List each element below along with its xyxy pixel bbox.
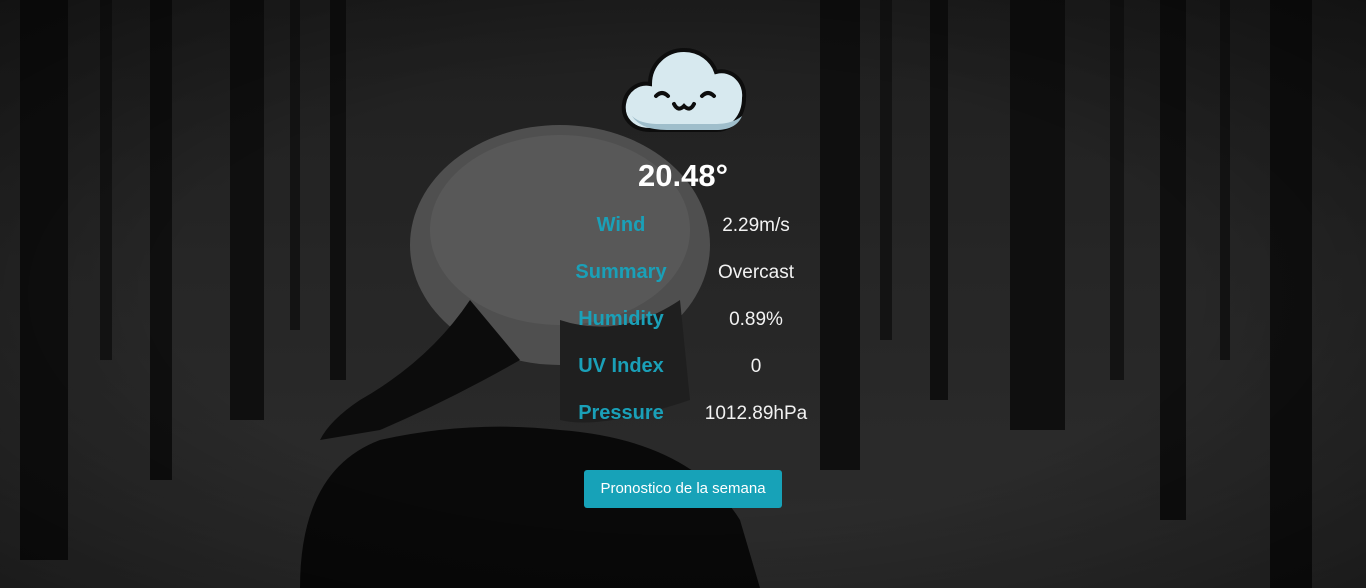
uv-index-row: UV Index 0 [553, 343, 823, 390]
temperature-value: 20.48° [638, 158, 728, 193]
humidity-row: Humidity 0.89% [553, 296, 823, 343]
weather-card: 20.48° Wind 2.29m/s Summary Overcast Hum… [0, 0, 1366, 588]
summary-label: Summary [575, 261, 667, 283]
summary-value: Overcast [717, 261, 795, 283]
weekly-forecast-button[interactable]: Pronostico de la semana [584, 470, 782, 508]
uv-index-value: 0 [750, 355, 762, 377]
humidity-label: Humidity [578, 308, 664, 330]
pressure-label: Pressure [578, 402, 664, 424]
weather-details: Wind 2.29m/s Summary Overcast Humidity 0… [553, 202, 823, 437]
wind-row: Wind 2.29m/s [553, 202, 823, 249]
summary-row: Summary Overcast [553, 249, 823, 296]
uv-index-label: UV Index [578, 355, 664, 377]
humidity-value: 0.89% [729, 308, 783, 330]
pressure-row: Pressure 1012.89hPa [553, 390, 823, 437]
wind-value: 2.29m/s [722, 214, 790, 236]
pressure-value: 1012.89hPa [704, 402, 808, 424]
wind-label: Wind [596, 214, 646, 236]
cloud-icon [620, 46, 748, 134]
